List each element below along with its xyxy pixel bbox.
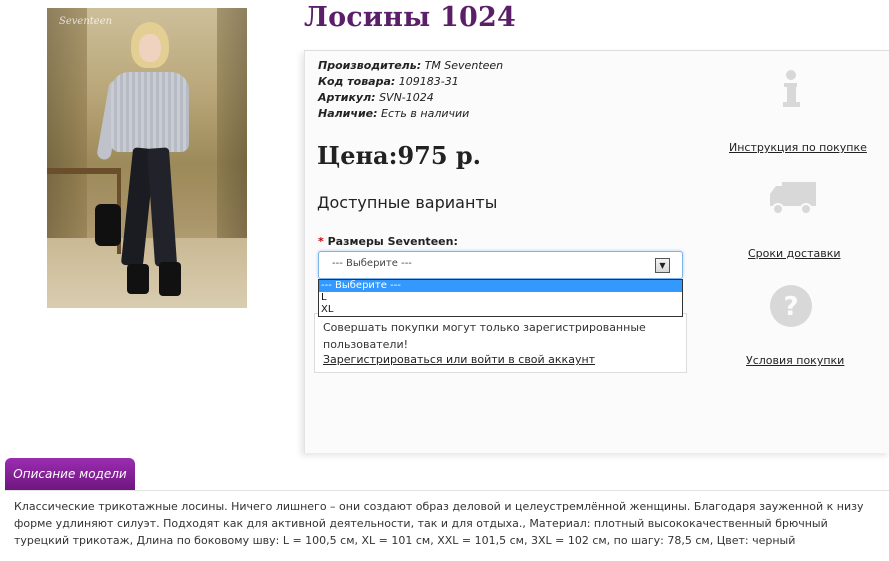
login-notice: Совершать покупки могут только зарегистр… bbox=[314, 313, 687, 373]
article-row: Артикул: SVN-1024 bbox=[318, 90, 503, 106]
manufacturer-row: Производитель: TM Seventeen bbox=[318, 58, 503, 74]
product-meta: Производитель: TM Seventeen Код товара: … bbox=[318, 58, 503, 122]
size-select-value: --- Выберите --- bbox=[332, 258, 412, 269]
login-link[interactable]: Зарегистрироваться или войти в свой акка… bbox=[323, 353, 595, 366]
stock-row: Наличие: Есть в наличии bbox=[318, 106, 503, 122]
photo-model bbox=[159, 262, 181, 296]
code-label: Код товара: bbox=[318, 75, 396, 88]
question-icon[interactable]: ? bbox=[768, 283, 814, 329]
size-option[interactable]: L bbox=[319, 292, 682, 304]
info-icon[interactable] bbox=[771, 69, 811, 109]
article-value: SVN-1024 bbox=[379, 91, 434, 104]
photo-model bbox=[111, 72, 189, 152]
description-text: Классические трикотажные лосины. Ничего … bbox=[14, 500, 864, 547]
required-mark: * bbox=[318, 235, 324, 248]
code-value: 109183-31 bbox=[398, 75, 459, 88]
tab-description[interactable]: Описание модели bbox=[5, 458, 135, 490]
product-photo[interactable]: Seventeen bbox=[47, 8, 247, 308]
dropdown-arrow-icon[interactable]: ▼ bbox=[655, 258, 670, 273]
options-heading: Доступные варианты bbox=[317, 193, 498, 212]
manufacturer-label: Производитель: bbox=[318, 59, 422, 72]
product-info-panel: Производитель: TM Seventeen Код товара: … bbox=[304, 50, 889, 453]
photo-model bbox=[127, 264, 149, 294]
product-title: Лосины 1024 bbox=[304, 2, 516, 33]
terms-link[interactable]: Условия покупки bbox=[746, 354, 844, 367]
size-label-text: Размеры Seventeen: bbox=[327, 235, 458, 248]
size-option[interactable]: XL bbox=[319, 304, 682, 316]
size-dropdown-list[interactable]: --- Выберите --- L XL bbox=[318, 279, 683, 317]
size-option[interactable]: --- Выберите --- bbox=[319, 280, 682, 292]
manufacturer-value: TM Seventeen bbox=[424, 59, 504, 72]
svg-text:?: ? bbox=[783, 292, 798, 322]
truck-icon[interactable] bbox=[767, 177, 819, 217]
photo-bag bbox=[95, 204, 121, 246]
instructions-link[interactable]: Инструкция по покупке bbox=[729, 141, 867, 154]
photo-model bbox=[139, 34, 161, 62]
description-panel: Классические трикотажные лосины. Ничего … bbox=[5, 490, 889, 561]
photo-watermark: Seventeen bbox=[59, 16, 113, 27]
stock-label: Наличие: bbox=[318, 107, 378, 120]
login-notice-message: Совершать покупки могут только зарегистр… bbox=[323, 321, 646, 351]
article-label: Артикул: bbox=[318, 91, 376, 104]
code-row: Код товара: 109183-31 bbox=[318, 74, 503, 90]
delivery-link[interactable]: Сроки доставки bbox=[748, 247, 841, 260]
size-select[interactable]: --- Выберите --- ▼ bbox=[318, 251, 683, 279]
size-label: * Размеры Seventeen: bbox=[318, 235, 458, 248]
stock-value: Есть в наличии bbox=[381, 107, 470, 120]
product-price: Цена:975 р. bbox=[317, 141, 482, 170]
